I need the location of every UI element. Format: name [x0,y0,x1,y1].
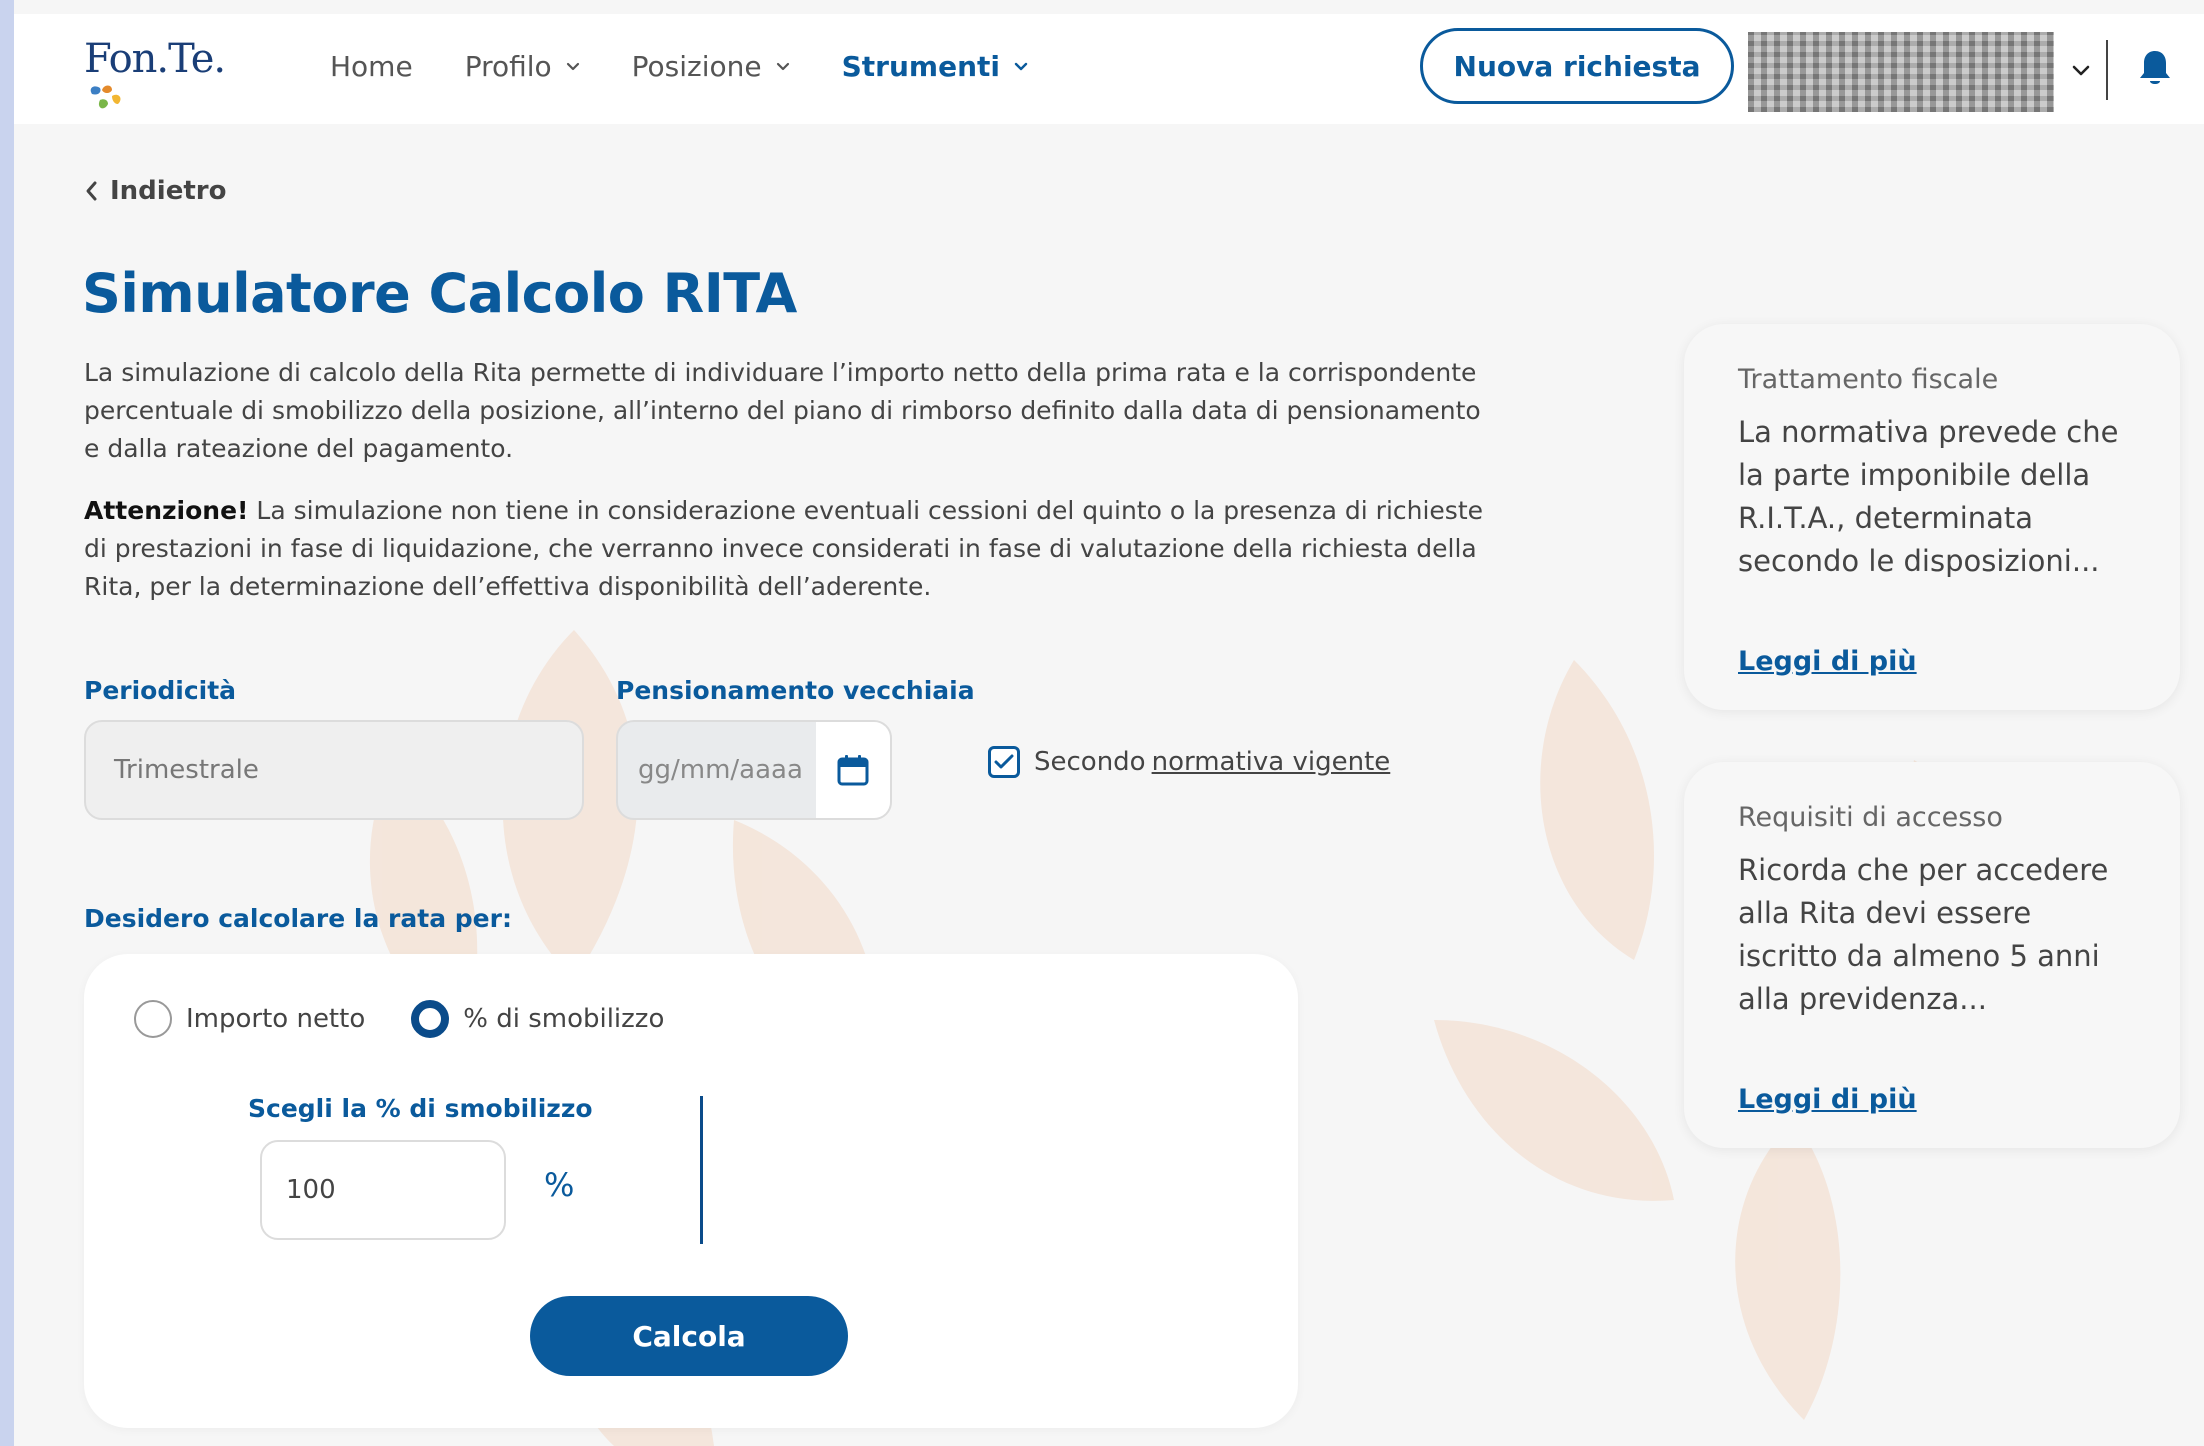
periodicity-label: Periodicità [84,676,237,705]
chevron-left-icon [86,181,97,201]
warning-text: Attenzione! La simulazione non tiene in … [84,492,1484,606]
pct-sign: % [544,1166,575,1204]
radio-importo-netto[interactable]: Importo netto [134,1000,365,1038]
calculation-card: Importo netto % di smobilizzo Scegli la … [84,954,1298,1428]
info-card-text: Ricorda che per accedere alla Rita devi … [1738,853,2109,1016]
nav-strumenti-label: Strumenti [841,50,1000,83]
pct-label: Scegli la % di smobilizzo [248,1094,593,1123]
radio-importo-netto-label: Importo netto [186,1004,366,1034]
back-link[interactable]: Indietro [84,176,226,206]
new-request-button[interactable]: Nuova richiesta [1420,28,1734,104]
pct-input[interactable] [260,1140,506,1240]
warning-bold: Attenzione! [84,496,249,525]
fonte-logo[interactable]: Fon.Te. [84,36,226,116]
calendar-icon [837,755,869,786]
intro-text: La simulazione di calcolo della Rita per… [84,358,1481,463]
nav-profilo-label: Profilo [464,50,552,83]
chevron-down-icon [776,62,789,70]
nav-profilo[interactable]: Profilo [465,50,580,83]
nav-posizione-label: Posizione [631,50,762,83]
calc-mode-radios: Importo netto % di smobilizzo [134,1000,710,1038]
checkbox-label: Secondo [1034,747,1146,777]
chevron-down-icon [1014,62,1028,70]
calc-for-label: Desidero calcolare la rata per: [84,904,512,933]
chevron-down-icon [566,62,579,70]
retirement-date-input[interactable] [618,722,816,818]
retirement-date-field [616,720,892,820]
radio-smobilizzo-label: % di smobilizzo [463,1004,665,1034]
info-card-requisiti-accesso: Requisiti di accesso Ricorda che per acc… [1684,762,2180,1148]
info-card-text: La normativa prevede che la parte imponi… [1738,415,2119,578]
info-card-title: Requisiti di accesso [1738,802,2003,833]
normativa-checkbox-row[interactable]: Secondo normativa vigente [988,746,1390,778]
logo-text: Fon.Te. [84,36,226,82]
retirement-label: Pensionamento vecchiaia [616,676,975,705]
normativa-vigente-link[interactable]: normativa vigente [1152,747,1391,777]
read-more-link[interactable]: Leggi di più [1738,646,1917,677]
main-nav: Home Profilo Posizione Strumenti [330,50,1080,83]
read-more-link[interactable]: Leggi di più [1738,1084,1917,1115]
nav-home[interactable]: Home [330,50,413,83]
logo-leaf-icon [90,85,121,109]
radio-smobilizzo[interactable]: % di smobilizzo [411,1000,664,1038]
normativa-checkbox[interactable] [988,746,1020,778]
page-title: Simulatore Calcolo RITA [82,262,797,325]
nav-posizione[interactable]: Posizione [632,50,790,83]
vertical-divider [700,1096,703,1244]
info-card-trattamento-fiscale: Trattamento fiscale La normativa prevede… [1684,324,2180,710]
radio-circle-off [134,1000,172,1038]
user-menu-chevron-down-icon[interactable] [2072,64,2090,78]
calcola-button[interactable]: Calcola [530,1296,848,1376]
top-header: Fon.Te. Home Profilo Posizione Strumenti [14,14,2204,124]
nav-home-label: Home [330,50,413,83]
page-frame: Fon.Te. Home Profilo Posizione Strumenti [14,0,2204,1446]
periodicity-select[interactable]: Trimestrale [84,720,584,820]
header-divider [2106,40,2108,100]
bell-icon[interactable] [2138,48,2172,88]
checkmark-icon [994,754,1014,769]
user-avatar-blurred[interactable] [1748,32,2054,112]
back-label: Indietro [110,176,227,206]
warning-body: La simulazione non tiene in considerazio… [84,496,1484,601]
radio-circle-on [411,1000,450,1038]
nav-strumenti[interactable]: Strumenti [842,50,1028,83]
info-card-title: Trattamento fiscale [1738,364,1999,395]
periodicity-value: Trimestrale [114,755,259,785]
calendar-button[interactable] [816,722,890,818]
